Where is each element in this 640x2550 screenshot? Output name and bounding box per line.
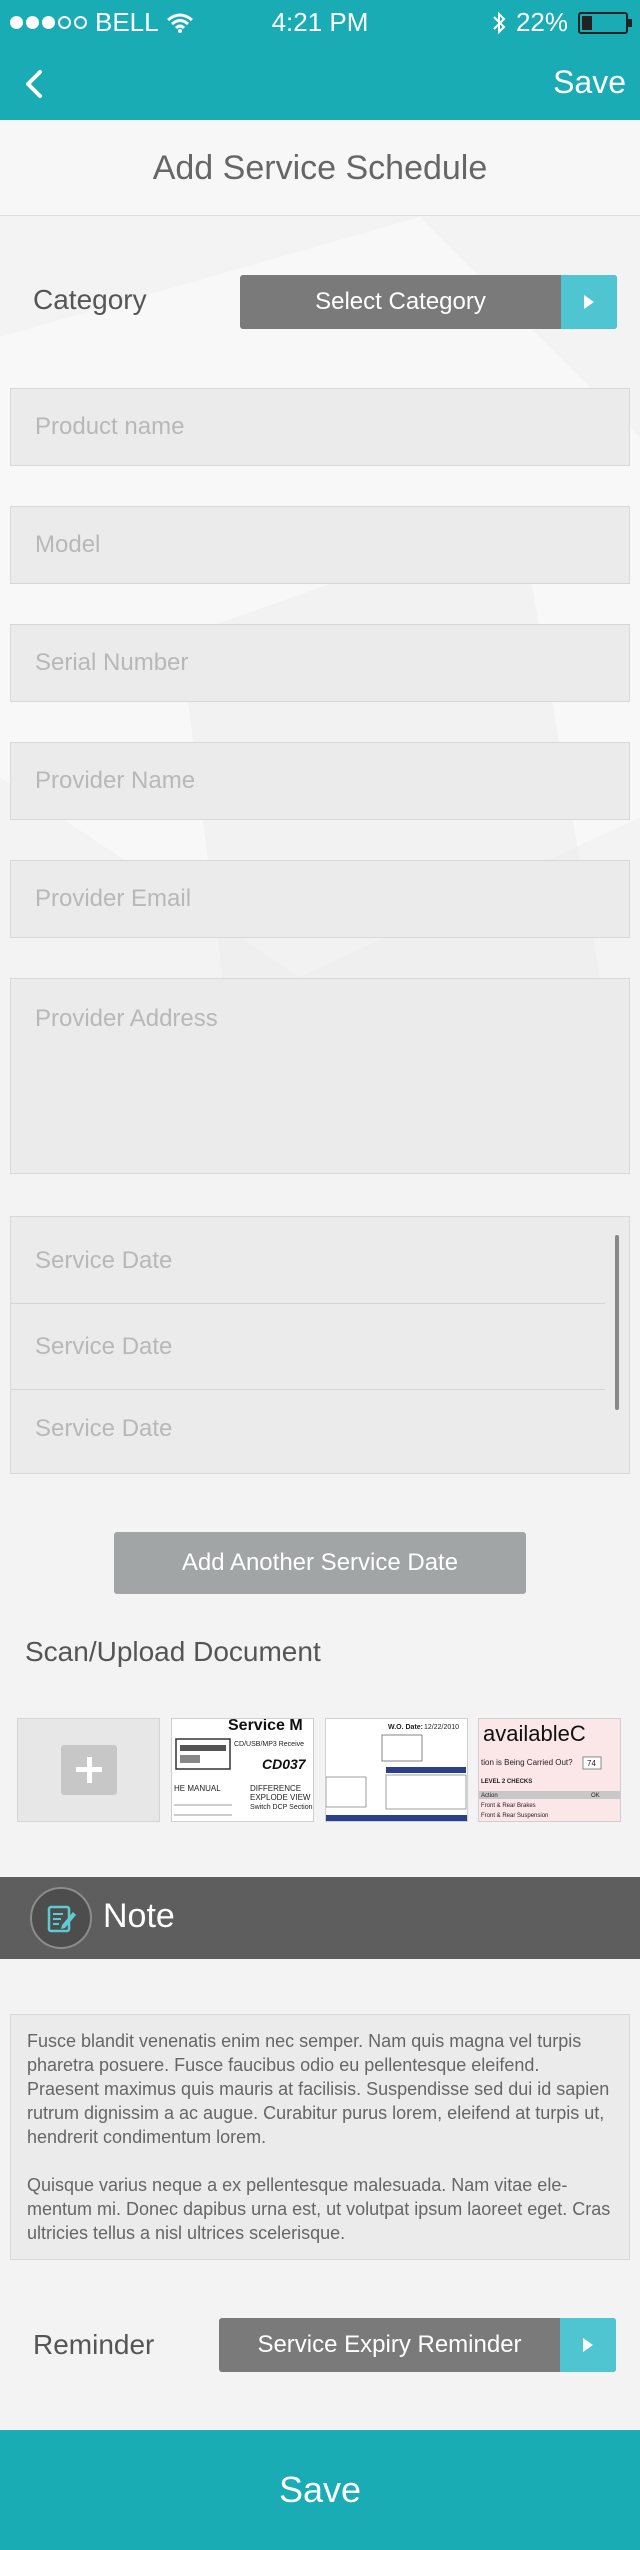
battery-icon <box>578 11 632 34</box>
doc-line: HE MANUAL <box>174 1784 221 1793</box>
doc-line: CD/USB/MP3 Receive <box>234 1741 304 1748</box>
reminder-label: Reminder <box>33 2329 155 2360</box>
doc-title: Service M <box>228 1719 303 1734</box>
model-placeholder: Model <box>35 531 101 558</box>
doc-line: Front & Rear Suspension <box>481 1813 548 1819</box>
reminder-select-value: Service Expiry Reminder <box>257 2331 522 2358</box>
play-arrow-icon <box>560 2318 616 2372</box>
note-header: Note <box>0 1877 640 1959</box>
category-select[interactable]: Select Category <box>240 275 617 329</box>
provider-name-input[interactable]: Provider Name <box>10 742 630 820</box>
document-preview-image: availableC tion is Being Carried Out? 74… <box>479 1719 620 1821</box>
category-select-value: Select Category <box>315 288 486 315</box>
title-bar: Add Service Schedule <box>0 120 640 216</box>
battery-percent: 22% <box>515 7 568 37</box>
scrollbar[interactable] <box>615 1235 619 1410</box>
service-date-item[interactable]: Service Date <box>35 1247 172 1275</box>
product-name-input[interactable]: Product name <box>10 388 630 466</box>
doc-date: 12/22/2010 <box>424 1724 459 1731</box>
doc-line: Front & Rear Brakes <box>481 1803 536 1809</box>
model-input[interactable]: Model <box>10 506 630 584</box>
doc-date-label: W.O. Date: <box>388 1724 423 1731</box>
add-service-date-button[interactable]: Add Another Service Date <box>114 1532 526 1594</box>
doc-line: tion is Being Carried Out? <box>481 1758 573 1767</box>
upload-document-button[interactable] <box>17 1718 160 1822</box>
serial-number-placeholder: Serial Number <box>35 649 189 676</box>
doc-line: Switch DCP Section <box>250 1804 313 1811</box>
doc-model: CD037 <box>262 1756 307 1772</box>
document-preview-image: W.O. Date: 12/22/2010 <box>326 1724 467 1821</box>
provider-address-placeholder: Provider Address <box>35 1005 218 1032</box>
service-date-item[interactable]: Service Date <box>35 1415 172 1443</box>
provider-email-placeholder: Provider Email <box>35 885 192 912</box>
document-thumbnail[interactable]: W.O. Date: 12/22/2010 <box>325 1718 468 1822</box>
doc-col: OK <box>591 1793 600 1799</box>
save-button[interactable]: Save <box>0 2430 640 2550</box>
document-preview-image: Service M CD/USB/MP3 Receive CD037 HE MA… <box>174 1719 313 1816</box>
doc-brand: availableC <box>483 1721 586 1746</box>
note-paragraph: Quisque varius neque a ex pellentesque m… <box>27 2175 611 2243</box>
bluetooth-icon <box>493 11 506 34</box>
doc-value: 74 <box>587 1759 596 1768</box>
service-date-list[interactable]: Service Date Service Date Service Date <box>10 1216 630 1474</box>
back-arrow-icon[interactable] <box>18 66 54 102</box>
provider-name-placeholder: Provider Name <box>35 767 196 794</box>
note-title: Note <box>103 1897 175 1935</box>
page-title: Add Service Schedule <box>152 149 488 187</box>
doc-col: Action <box>481 1793 498 1799</box>
status-right: 22% <box>492 7 632 38</box>
scan-upload-title: Scan/Upload Document <box>25 1636 321 1667</box>
document-thumbnail[interactable]: availableC tion is Being Carried Out? 74… <box>478 1718 621 1822</box>
doc-heading: LEVEL 2 CHECKS <box>481 1779 532 1785</box>
category-label: Category <box>33 284 147 315</box>
note-paragraph: Fusce blandit venenatis enim nec semper.… <box>27 2031 610 2147</box>
divider <box>11 1303 605 1304</box>
document-thumbnail[interactable]: Service M CD/USB/MP3 Receive CD037 HE MA… <box>171 1718 314 1822</box>
status-bar: BELL 4:21 PM 22% <box>0 0 640 46</box>
note-textarea[interactable]: Fusce blandit venenatis enim nec semper.… <box>10 2014 630 2260</box>
provider-email-input[interactable]: Provider Email <box>10 860 630 938</box>
note-edit-icon <box>30 1887 92 1949</box>
play-arrow-icon <box>561 275 617 329</box>
product-name-placeholder: Product name <box>35 413 185 440</box>
doc-line: DIFFERENCE <box>250 1784 301 1793</box>
divider <box>11 1389 605 1390</box>
serial-number-input[interactable]: Serial Number <box>10 624 630 702</box>
plus-icon <box>60 1745 117 1795</box>
service-date-item[interactable]: Service Date <box>35 1333 172 1361</box>
reminder-select[interactable]: Service Expiry Reminder <box>219 2318 616 2372</box>
nav-save-button[interactable]: Save <box>553 64 626 101</box>
doc-line: EXPLODE VIEW <box>250 1793 311 1802</box>
nav-bar: Save <box>0 46 640 120</box>
provider-address-textarea[interactable]: Provider Address <box>10 978 630 1174</box>
